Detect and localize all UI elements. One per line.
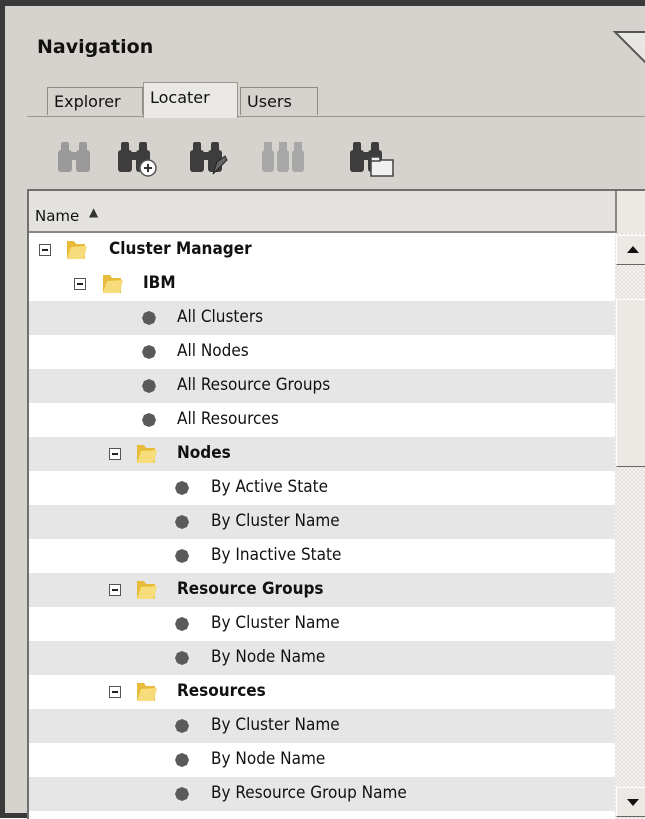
tree-row-label: IBM: [143, 273, 176, 293]
item-bullet-icon: [175, 753, 189, 767]
item-bullet-icon: [175, 617, 189, 631]
tree-row[interactable]: By Cluster Name: [29, 505, 615, 539]
tree-row[interactable]: By Node Name: [29, 641, 615, 675]
collapse-toggle-icon[interactable]: [74, 278, 86, 290]
scroll-up-button[interactable]: [616, 235, 645, 265]
tree-row-label: By Node Name: [211, 749, 326, 769]
tab-explorer[interactable]: Explorer: [47, 87, 143, 115]
tree-row-label: All Resources: [177, 409, 279, 429]
tree-row[interactable]: Resources: [29, 675, 615, 709]
name-column-header[interactable]: Name ▲: [29, 191, 617, 233]
item-bullet-icon: [175, 651, 189, 665]
tree-row-label: By Cluster Name: [211, 613, 340, 633]
folder-open-icon: [67, 241, 87, 259]
collapse-corner-icon[interactable]: [611, 28, 645, 68]
tree-rows: Cluster Manager IBM All Clusters All Nod…: [29, 233, 615, 811]
navigation-panel: Navigation Explorer Locater Users Name ▲…: [0, 0, 645, 819]
binoculars-add-icon[interactable]: [115, 138, 157, 178]
tree-row-label: Resource Groups: [177, 579, 324, 599]
tree-row[interactable]: Nodes: [29, 437, 615, 471]
toolbar: [27, 118, 645, 184]
column-header-label: Name: [35, 207, 80, 225]
item-bullet-icon: [175, 787, 189, 801]
tree-row[interactable]: All Nodes: [29, 335, 615, 369]
item-bullet-icon: [142, 379, 156, 393]
tree-row-label: By Resource Group Name: [211, 783, 407, 803]
item-bullet-icon: [142, 311, 156, 325]
folder-open-icon: [103, 275, 123, 293]
tree-row-label: All Resource Groups: [177, 375, 331, 395]
tree-row-label: By Cluster Name: [211, 715, 340, 735]
tree-row-label: All Clusters: [177, 307, 264, 327]
collapse-toggle-icon[interactable]: [109, 448, 121, 460]
tree-row-label: By Cluster Name: [211, 511, 340, 531]
tree-row[interactable]: All Clusters: [29, 301, 615, 335]
panel-title: Navigation: [37, 36, 154, 58]
tree-row[interactable]: All Resource Groups: [29, 369, 615, 403]
item-bullet-icon: [142, 413, 156, 427]
scroll-thumb[interactable]: [616, 299, 645, 467]
tab-users[interactable]: Users: [240, 87, 318, 115]
arrow-down-icon: [627, 799, 639, 806]
collapse-toggle-icon[interactable]: [109, 584, 121, 596]
tree-row[interactable]: By Node Name: [29, 743, 615, 777]
tree-row-label: All Nodes: [177, 341, 249, 361]
tree-row-label: By Node Name: [211, 647, 326, 667]
scroll-down-button[interactable]: [616, 787, 645, 817]
collapse-toggle-icon[interactable]: [109, 686, 121, 698]
tree-view: Name ▲ Cluster Manager IBM All Clusters: [27, 189, 645, 819]
tree-row[interactable]: By Inactive State: [29, 539, 615, 573]
binoculars-edit-icon[interactable]: [187, 138, 229, 178]
tab-locater[interactable]: Locater: [143, 82, 238, 118]
tree-row-label: Nodes: [177, 443, 231, 463]
tree-row[interactable]: Resource Groups: [29, 573, 615, 607]
tree-row-label: Cluster Manager: [109, 239, 252, 259]
vertical-scrollbar[interactable]: [615, 233, 645, 819]
folder-open-icon: [137, 445, 157, 463]
arrow-up-icon: [627, 246, 639, 253]
binoculars-icon[interactable]: [55, 138, 97, 178]
folder-open-icon: [137, 581, 157, 599]
binoculars-folder-icon[interactable]: [347, 138, 395, 178]
tree-row[interactable]: By Cluster Name: [29, 709, 615, 743]
tree-row[interactable]: By Cluster Name: [29, 607, 615, 641]
tree-row-label: Resources: [177, 681, 266, 701]
item-bullet-icon: [175, 719, 189, 733]
tree-row[interactable]: By Active State: [29, 471, 615, 505]
tree-row[interactable]: All Resources: [29, 403, 615, 437]
item-bullet-icon: [142, 345, 156, 359]
tree-row[interactable]: By Resource Group Name: [29, 777, 615, 811]
header-filler: [617, 191, 645, 233]
item-bullet-icon: [175, 481, 189, 495]
binoculars-multi-icon[interactable]: [259, 138, 311, 178]
tree-row[interactable]: IBM: [29, 267, 615, 301]
sort-ascending-icon: ▲: [89, 205, 99, 219]
collapse-toggle-icon[interactable]: [39, 244, 51, 256]
tree-row-label: By Active State: [211, 477, 329, 497]
tree-row[interactable]: Cluster Manager: [29, 233, 615, 267]
tab-divider: [27, 116, 645, 117]
folder-open-icon: [137, 683, 157, 701]
item-bullet-icon: [175, 549, 189, 563]
item-bullet-icon: [175, 515, 189, 529]
tree-row-label: By Inactive State: [211, 545, 342, 565]
